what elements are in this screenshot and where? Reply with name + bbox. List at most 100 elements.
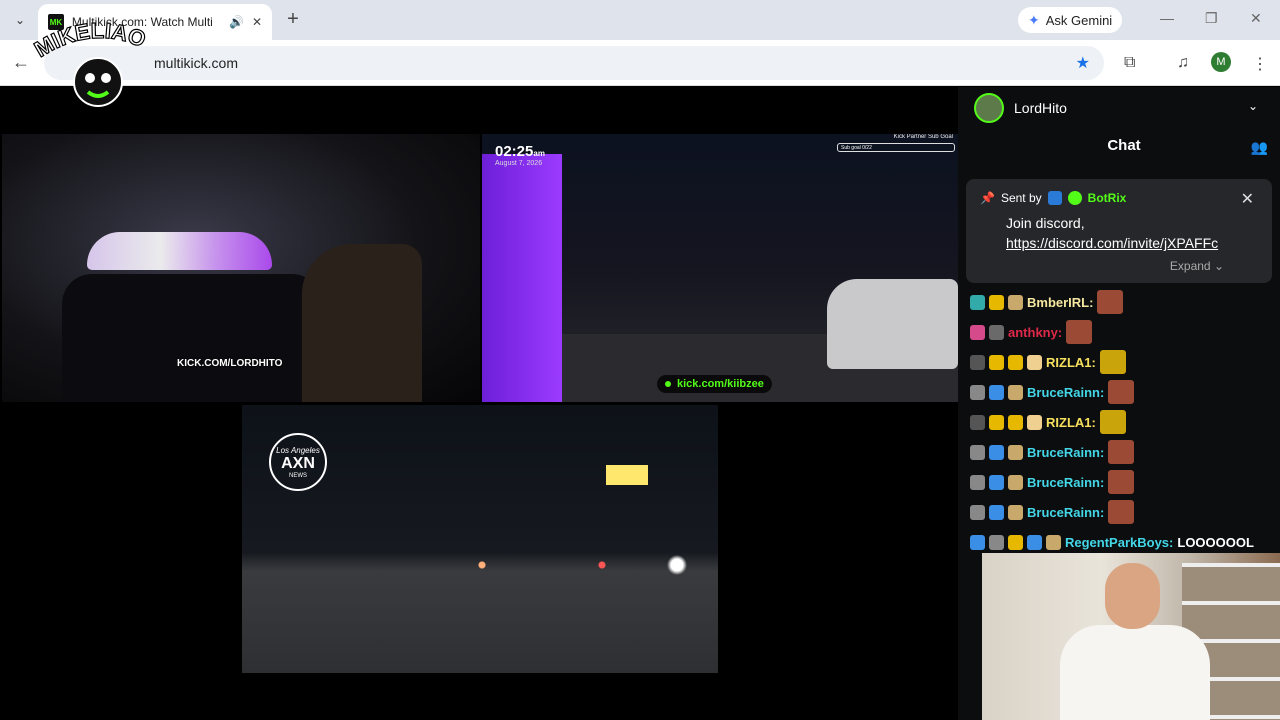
emote-icon xyxy=(1108,380,1135,404)
chat-username[interactable]: BruceRainn: xyxy=(1027,445,1104,460)
chat-message: BruceRainn: xyxy=(970,377,1274,407)
expand-label: Expand xyxy=(1169,259,1211,273)
chat-username[interactable]: BruceRainn: xyxy=(1027,475,1104,490)
new-tab-button[interactable]: + xyxy=(282,8,304,30)
emote-icon xyxy=(1108,440,1135,464)
emote-icon xyxy=(1099,350,1126,374)
bot-name[interactable]: BotRix xyxy=(1088,191,1127,205)
streamer-logo-overlay: MIKELIAO xyxy=(30,20,150,107)
user-badge-icon xyxy=(1008,384,1023,400)
emote-icon xyxy=(1066,320,1093,344)
user-badge-icon xyxy=(970,444,985,460)
chat-username[interactable]: RIZLA1: xyxy=(1046,355,1096,370)
users-icon[interactable]: 👥 xyxy=(1251,139,1268,156)
user-badge-icon xyxy=(989,324,1004,340)
bookmark-star-icon[interactable]: ★ xyxy=(1076,53,1090,73)
media-controls-icon[interactable]: ♫ xyxy=(1177,54,1189,72)
sent-by-label: Sent by xyxy=(1000,191,1042,205)
user-badge-icon xyxy=(1008,534,1023,550)
chat-username[interactable]: anthkny: xyxy=(1008,325,1062,340)
channel-avatar xyxy=(974,93,1004,123)
stream-tile-lordhito[interactable]: KICK.COM/LORDHITO xyxy=(2,134,480,402)
street-lights xyxy=(422,555,718,575)
user-badge-icon xyxy=(970,534,985,550)
live-dot-icon xyxy=(665,381,671,387)
bot-badge-icon xyxy=(1047,191,1062,205)
chat-message: BruceRainn: xyxy=(970,497,1274,527)
logo-axn: AXN xyxy=(281,454,315,472)
user-badge-icon xyxy=(989,474,1004,490)
rear-window-light xyxy=(87,232,272,270)
chat-messages: BmberIRL: anthkny: RIZLA1: BruceRainn: RIZLA… xyxy=(970,287,1274,557)
logo-news: NEWS xyxy=(289,472,307,479)
chat-message: RIZLA1: xyxy=(970,407,1274,437)
back-arrow-icon[interactable]: ← xyxy=(12,52,30,73)
chat-message: BruceRainn: xyxy=(970,437,1274,467)
stream-kick-tag: KICK.COM/LORDHITO xyxy=(177,358,283,369)
user-badge-icon xyxy=(970,474,985,490)
sub-goal-bar: Sub goal 0/22 xyxy=(837,143,955,152)
expand-button[interactable]: Expand ⌄ xyxy=(1170,259,1224,273)
stream-tile-kiibzee[interactable]: 02:25am August 7, 2026 Kick Partner Sub … xyxy=(482,134,958,402)
more-menu-icon[interactable]: ⋮ xyxy=(1252,54,1268,74)
arm-silhouette xyxy=(302,244,422,402)
minimize-icon[interactable]: — xyxy=(1160,10,1174,26)
user-badge-icon xyxy=(1027,354,1042,370)
browser-tabstrip: ⌄ MK Multikick.com: Watch Multi 🔊 ✕ + ✦ … xyxy=(0,0,1280,40)
chat-title: Chat xyxy=(1107,137,1141,154)
chat-username[interactable]: BruceRainn: xyxy=(1027,505,1104,520)
user-badge-icon xyxy=(1008,444,1023,460)
chat-username[interactable]: RegentParkBoys: xyxy=(1065,535,1173,550)
chat-username[interactable]: BmberIRL: xyxy=(1027,295,1093,310)
ask-gemini-label: Ask Gemini xyxy=(1045,12,1113,28)
ask-gemini-button[interactable]: ✦ Ask Gemini xyxy=(1018,7,1123,33)
tab-close-icon[interactable]: ✕ xyxy=(252,15,262,29)
purple-wall xyxy=(482,154,562,402)
user-badge-icon xyxy=(1046,534,1061,550)
discord-link[interactable]: https://discord.com/invite/jXPAFFc xyxy=(1006,235,1218,251)
stream-tile-axn[interactable]: Los Angeles AXN NEWS xyxy=(242,405,718,673)
emote-icon xyxy=(1108,470,1135,494)
chat-message: anthkny: xyxy=(970,317,1274,347)
user-badge-icon xyxy=(1008,414,1023,430)
user-badge-icon xyxy=(989,534,1004,550)
streamer-shirt xyxy=(1060,625,1210,720)
tab-search-chevron-icon[interactable]: ⌄ xyxy=(8,8,32,32)
yellow-sign xyxy=(606,465,648,485)
extensions-puzzle-icon[interactable]: ⧉ xyxy=(1124,54,1135,72)
close-window-icon[interactable]: ✕ xyxy=(1250,10,1262,27)
user-badge-icon xyxy=(1008,354,1023,370)
close-icon[interactable]: ✕ xyxy=(1241,189,1254,209)
user-badge-icon xyxy=(970,354,985,370)
user-badge-icon xyxy=(1027,414,1042,430)
chat-username[interactable]: RIZLA1: xyxy=(1046,415,1096,430)
user-badge-icon xyxy=(1027,534,1042,550)
stream-clock: 02:25am xyxy=(495,143,545,160)
svg-text:MIKELIAO: MIKELIAO xyxy=(30,20,149,62)
user-badge-icon xyxy=(1008,294,1023,310)
user-badge-icon xyxy=(970,324,985,340)
restore-icon[interactable]: ❐ xyxy=(1205,10,1218,27)
tab-audio-icon[interactable]: 🔊 xyxy=(229,15,244,29)
user-badge-icon xyxy=(1008,474,1023,490)
profile-avatar[interactable]: M xyxy=(1211,52,1231,72)
stream-date: August 7, 2026 xyxy=(495,160,543,167)
pinned-sender: 📌 Sent by BotRix xyxy=(980,191,1126,205)
chevron-down-icon[interactable]: ⌄ xyxy=(1248,99,1258,113)
logo-los-angeles: Los Angeles xyxy=(276,445,320,455)
pin-icon: 📌 xyxy=(980,191,995,205)
user-badge-icon xyxy=(989,414,1004,430)
user-badge-icon xyxy=(1008,504,1023,520)
chat-message: BmberIRL: xyxy=(970,287,1274,317)
channel-name: LordHito xyxy=(1014,100,1067,116)
emote-icon xyxy=(1097,290,1124,314)
user-badge-icon xyxy=(970,384,985,400)
channel-selector[interactable]: LordHito ⌄ xyxy=(958,87,1280,129)
parked-car xyxy=(827,279,958,369)
chat-username[interactable]: BruceRainn: xyxy=(1027,385,1104,400)
gemini-sparkle-icon: ✦ xyxy=(1028,11,1040,28)
clock-ampm: am xyxy=(533,149,545,158)
verified-badge-icon xyxy=(1067,191,1082,205)
chat-message: BruceRainn: xyxy=(970,467,1274,497)
address-bar[interactable]: multikick.com ★ xyxy=(44,46,1104,80)
